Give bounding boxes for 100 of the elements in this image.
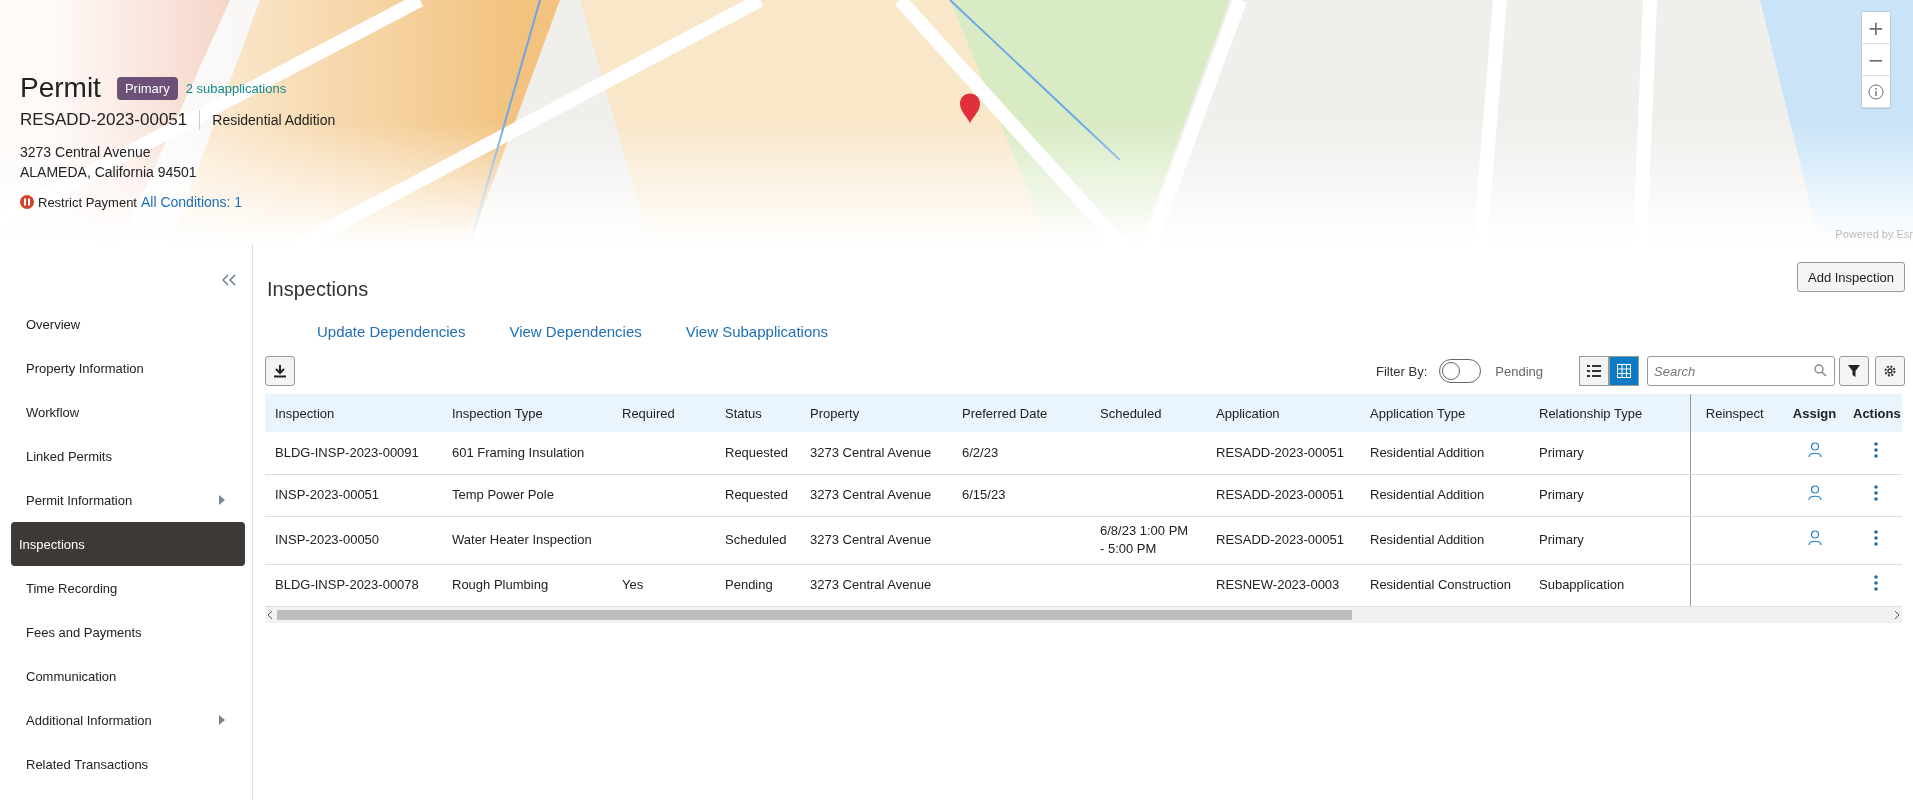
table-cell: Rough Plumbing [452,577,549,592]
caret-icon [219,715,225,725]
sidebar-item[interactable]: Time Recording [11,566,245,610]
record-type: Residential Addition [211,112,336,128]
sidebar-item[interactable]: Permit Information [11,478,245,522]
download-button[interactable] [265,356,295,386]
add-inspection-button[interactable]: Add Inspection [1797,262,1905,292]
table-cell: RESADD-2023-00051 [1216,487,1344,502]
sidebar-item[interactable]: Communication [11,654,245,698]
table-cell: RESADD-2023-00051 [1216,532,1344,547]
zoom-in-button[interactable]: + [1862,12,1890,44]
address-line: ALAMEDA, California 94501 [20,163,198,182]
address-line: 3273 Central Avenue [20,143,152,162]
table-cell: BLDG-INSP-2023-00078 [275,577,419,592]
table-cell: Yes [622,577,644,592]
person-icon[interactable] [1807,442,1822,459]
page-title: Inspections [267,278,369,301]
table-cell: Residential Construction [1370,577,1511,592]
restriction-label: Restrict Payment [38,194,137,210]
more-icon[interactable] [1874,484,1878,501]
subapplications-link[interactable]: 2 subapplications [185,80,287,96]
table-cell: 6/8/23 1:00 PM - 5:00 PM [1100,523,1189,556]
column-header: Inspection [265,394,442,432]
conditions-link[interactable]: All Conditions: 1 [141,194,243,210]
table-cell: Primary [1539,487,1584,502]
view-toggle-button[interactable] [1579,356,1609,386]
sidebar-item[interactable]: Related Transactions [11,742,245,786]
column-header: Preferred Date [952,394,1090,432]
info-icon [1868,83,1884,100]
table-cell: 3273 Central Avenue [810,577,932,592]
filter-option: Pending [1495,363,1543,379]
column-header: Assign [1779,394,1850,432]
column-header: Application Type [1360,394,1529,432]
pause-icon [20,195,34,209]
table-cell: Requested [725,487,788,502]
column-header: Property [800,394,952,432]
record-id: RESADD-2023-00051 [20,110,201,130]
column-header: Required [612,394,715,432]
table-cell: Residential Addition [1370,532,1485,547]
column-header: Actions [1850,394,1902,432]
caret-icon [219,495,225,505]
table-cell: 6/15/23 [962,487,1006,502]
table-cell: Subapplication [1539,577,1625,592]
info-button[interactable] [1862,76,1890,108]
column-header: Inspection Type [442,394,612,432]
search-field[interactable]: Search [1647,356,1835,386]
action-link[interactable]: Update Dependencies [317,323,466,340]
table-cell: 601 Framing Insulation [452,444,585,460]
table-cell: Primary [1539,444,1584,460]
table-cell: Primary [1539,532,1584,547]
table-cell: 3273 Central Avenue [810,444,932,460]
funnel-icon [1848,365,1860,377]
table-cell: Scheduled [725,532,787,547]
filter-label: Filter By: [1376,363,1428,379]
collapse-icon[interactable] [222,274,236,286]
sidebar-item[interactable]: Property Information [11,346,245,390]
scroll-left-icon[interactable] [267,610,273,619]
table-cell: 3273 Central Avenue [810,487,932,502]
sidebar-item[interactable]: Additional Information [11,698,245,742]
filter-button[interactable] [1839,356,1869,386]
table-cell: INSP-2023-00051 [275,487,380,502]
table-cell: RESADD-2023-00051 [1216,444,1344,460]
sidebar-item[interactable]: Fees and Payments [11,610,245,654]
settings-button[interactable] [1875,356,1905,386]
action-link[interactable]: View Subapplications [685,323,829,340]
column-header: Application [1206,394,1360,432]
more-icon[interactable] [1874,574,1878,591]
column-header: Reinspect [1690,394,1779,432]
table-cell: Residential Addition [1370,444,1485,460]
sidebar-item[interactable]: Overview [11,302,245,346]
map-attribution: Powered by Esr [1835,228,1913,240]
table-cell: 6/2/23 [962,444,999,460]
view-toggle-button[interactable] [1609,356,1639,386]
filter-toggle[interactable] [1439,359,1482,383]
table-cell: BLDG-INSP-2023-00091 [275,444,419,460]
zoom-out-button[interactable]: − [1862,44,1890,76]
sidebar-item[interactable]: Workflow [11,390,245,434]
table-cell: Temp Power Pole [452,487,554,502]
sidebar-item[interactable]: Linked Permits [11,434,245,478]
column-header: Relationship Type [1529,394,1690,432]
table-cell: Requested [725,444,788,460]
record-title: Permit [20,72,101,104]
scroll-right-icon[interactable] [1894,610,1900,619]
person-icon[interactable] [1807,529,1822,546]
settings-icon [1883,364,1897,378]
grid-view-icon [1617,364,1631,378]
more-icon[interactable] [1874,442,1878,459]
more-icon[interactable] [1874,529,1878,546]
sidebar-item[interactable]: Inspections [11,522,245,566]
table-cell: RESNEW-2023-0003 [1216,577,1340,592]
table-cell: 3273 Central Avenue [810,532,932,547]
action-link[interactable]: View Dependencies [509,323,642,340]
column-header: Status [715,394,800,432]
table-cell: Water Heater Inspection [452,532,592,547]
column-header: Scheduled [1090,394,1206,432]
person-icon[interactable] [1807,484,1822,501]
download-icon [273,364,287,378]
table-cell: Residential Addition [1370,487,1485,502]
table-cell: INSP-2023-00050 [275,532,380,547]
list-view-icon [1587,365,1601,377]
